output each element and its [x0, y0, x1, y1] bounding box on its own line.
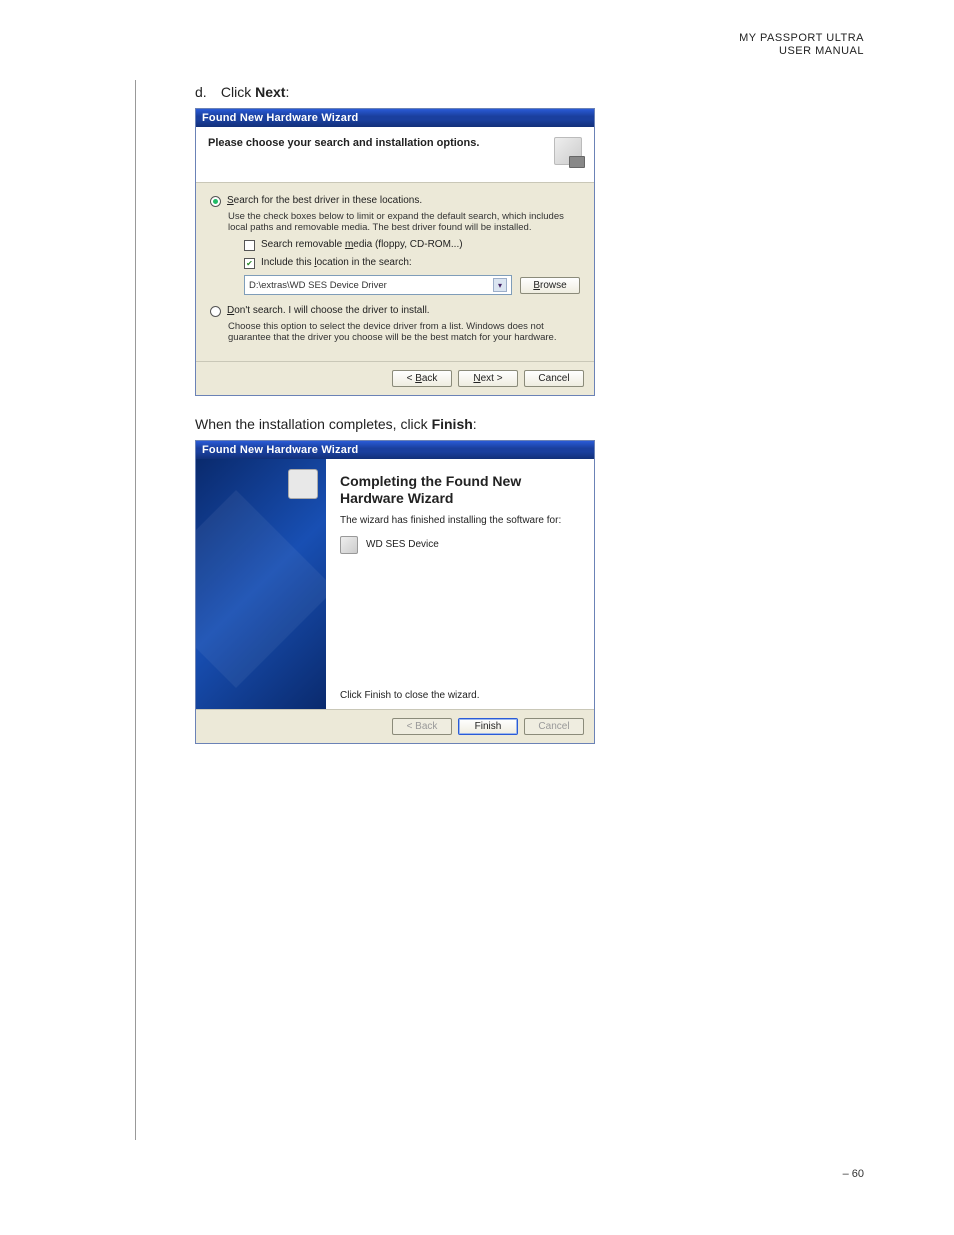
hardware-icon [554, 137, 582, 165]
dialog-titlebar: Found New Hardware Wizard [196, 109, 594, 127]
finish-button[interactable]: Finish [458, 718, 518, 735]
checkbox-removable-media[interactable]: Search removable media (floppy, CD-ROM..… [244, 239, 580, 251]
dialog-footer: < Back Finish Cancel [196, 709, 594, 743]
location-path-dropdown[interactable]: D:\extras\WD SES Device Driver ▾ [244, 275, 512, 295]
radio-unselected-icon [210, 306, 221, 317]
cancel-button: Cancel [524, 718, 584, 735]
wizard-side-graphic [196, 459, 326, 709]
device-row: WD SES Device [340, 536, 580, 554]
dialog-right-pane: Completing the Found New Hardware Wizard… [326, 459, 594, 709]
page-number: – 60 [843, 1168, 864, 1180]
dialog-header: Please choose your search and installati… [196, 127, 594, 183]
checkbox-label: Search removable media (floppy, CD-ROM..… [261, 239, 463, 250]
dialog-body: Search for the best driver in these loca… [196, 183, 594, 361]
chevron-down-icon: ▾ [493, 278, 507, 292]
back-button[interactable]: < Back [392, 370, 452, 387]
dont-search-description: Choose this option to select the device … [228, 321, 580, 343]
search-description: Use the check boxes below to limit or ex… [228, 211, 580, 233]
step-text-suffix: : [285, 84, 289, 100]
cancel-button[interactable]: Cancel [524, 370, 584, 387]
dialog-header-title: Please choose your search and installati… [208, 137, 479, 149]
checkbox-include-location[interactable]: Include this location in the search: [244, 257, 580, 269]
wizard-search-dialog: Found New Hardware Wizard Please choose … [195, 108, 595, 396]
next-button[interactable]: Next > [458, 370, 518, 387]
radio-search-best[interactable]: Search for the best driver in these loca… [210, 195, 580, 207]
margin-divider [135, 80, 136, 1140]
checkbox-unchecked-icon [244, 240, 255, 251]
checkbox-label: Include this location in the search: [261, 257, 412, 268]
device-icon [340, 536, 358, 554]
wizard-close-note: Click Finish to close the wizard. [340, 690, 580, 701]
step-marker: d. [195, 84, 217, 100]
checkbox-checked-icon [244, 258, 255, 269]
step-text-suffix: : [473, 416, 477, 432]
step-text-prefix: Click [221, 84, 255, 100]
dialog-body: Completing the Found New Hardware Wizard… [196, 459, 594, 709]
page-content: d. Click Next: Found New Hardware Wizard… [195, 84, 845, 764]
radio-dont-search[interactable]: Don't search. I will choose the driver t… [210, 305, 580, 317]
back-button: < Back [392, 718, 452, 735]
wizard-complete-dialog: Found New Hardware Wizard Completing the… [195, 440, 595, 744]
device-name: WD SES Device [366, 539, 439, 550]
doc-header: MY PASSPORT ULTRA USER MANUAL [739, 32, 864, 57]
decorative-shape [196, 490, 326, 688]
step-text-bold: Next [255, 84, 285, 100]
hardware-icon [288, 469, 318, 499]
browse-button[interactable]: Browse [520, 277, 580, 294]
step-text-prefix: When the installation completes, click [195, 416, 432, 432]
wizard-complete-title: Completing the Found New Hardware Wizard [340, 473, 580, 507]
dialog-titlebar: Found New Hardware Wizard [196, 441, 594, 459]
header-line1: MY PASSPORT ULTRA [739, 32, 864, 45]
dialog-footer: < Back Next > Cancel [196, 361, 594, 395]
step-text-bold: Finish [432, 416, 473, 432]
radio-label: Search for the best driver in these loca… [227, 195, 422, 206]
path-row: D:\extras\WD SES Device Driver ▾ Browse [244, 275, 580, 295]
path-value: D:\extras\WD SES Device Driver [249, 280, 387, 291]
header-line2: USER MANUAL [739, 45, 864, 58]
radio-selected-icon [210, 196, 221, 207]
step-finish-line: When the installation completes, click F… [195, 416, 845, 432]
step-d-line: d. Click Next: [195, 84, 845, 100]
radio-label: Don't search. I will choose the driver t… [227, 305, 430, 316]
wizard-complete-sub: The wizard has finished installing the s… [340, 515, 580, 526]
